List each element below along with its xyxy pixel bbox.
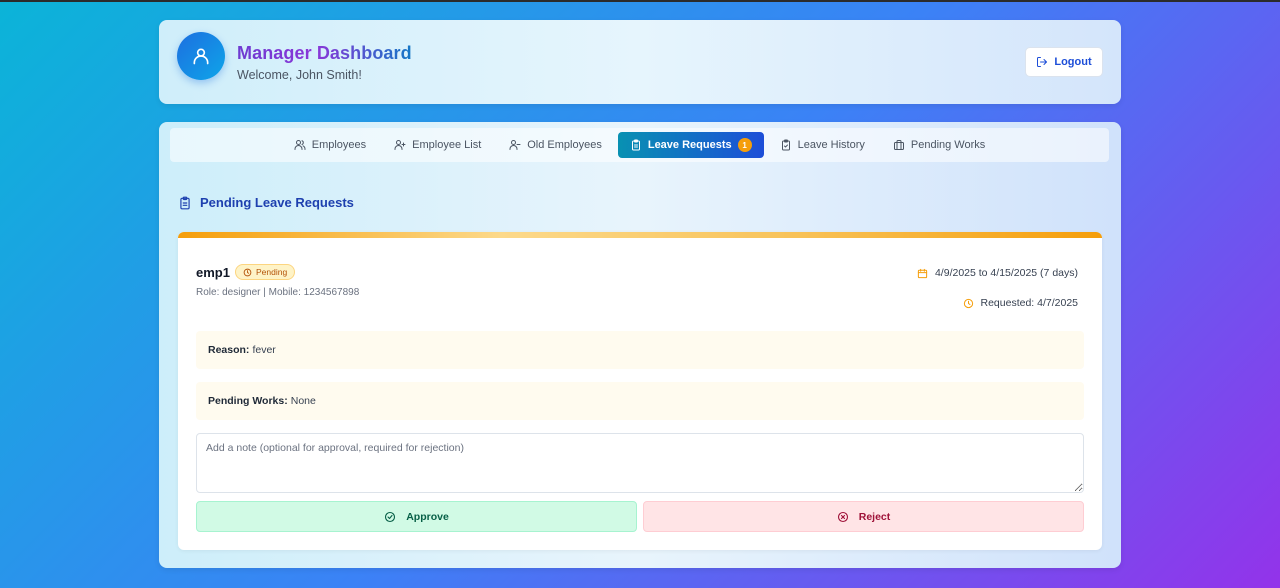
header-card: Manager Dashboard Welcome, John Smith! L… bbox=[159, 20, 1121, 104]
pending-works-label: Pending Works: bbox=[208, 395, 288, 407]
leave-date-range: 4/9/2025 to 4/15/2025 (7 days) bbox=[917, 267, 1078, 279]
pending-works-value: None bbox=[290, 395, 316, 407]
clipboard-icon bbox=[630, 139, 642, 151]
tab-bar: Employees Employee List Old Employees Le… bbox=[170, 128, 1109, 162]
user-minus-icon bbox=[509, 139, 521, 151]
tab-label: Leave History bbox=[797, 139, 865, 151]
tab-label: Leave Requests bbox=[647, 139, 732, 151]
leave-request-card: emp1 Pending Role: designer | Mobile: 12… bbox=[178, 232, 1102, 550]
clock-icon bbox=[243, 268, 252, 277]
reject-label: Reject bbox=[858, 510, 891, 523]
logout-label: Logout bbox=[1054, 56, 1092, 68]
reason-label: Reason: bbox=[208, 344, 250, 356]
requested-text: Requested: 4/7/2025 bbox=[980, 297, 1079, 309]
tab-old-employees[interactable]: Old Employees bbox=[497, 132, 614, 158]
clock-icon bbox=[963, 298, 974, 309]
pending-works-box: Pending Works: None bbox=[196, 382, 1084, 420]
approve-button[interactable]: Approve bbox=[196, 501, 637, 532]
user-icon bbox=[177, 32, 225, 80]
date-range-text: 4/9/2025 to 4/15/2025 (7 days) bbox=[934, 267, 1078, 279]
briefcase-icon bbox=[893, 139, 905, 151]
card-accent-bar bbox=[178, 232, 1102, 238]
tab-employees[interactable]: Employees bbox=[282, 132, 378, 158]
tab-label: Pending Works bbox=[910, 139, 986, 151]
tab-leave-history[interactable]: Leave History bbox=[768, 132, 877, 158]
employee-name: emp1 bbox=[196, 265, 230, 280]
requested-date: Requested: 4/7/2025 bbox=[963, 297, 1079, 309]
reject-button[interactable]: Reject bbox=[643, 501, 1084, 532]
users-icon bbox=[294, 139, 306, 151]
tab-leave-requests[interactable]: Leave Requests 1 bbox=[617, 132, 764, 158]
tab-employee-list[interactable]: Employee List bbox=[382, 132, 493, 158]
tab-label: Employees bbox=[311, 139, 367, 151]
approve-label: Approve bbox=[406, 510, 449, 523]
x-circle-icon bbox=[837, 511, 849, 523]
tab-label: Old Employees bbox=[527, 139, 602, 151]
reason-box: Reason: fever bbox=[196, 331, 1084, 369]
welcome-text: Welcome, John Smith! bbox=[237, 68, 362, 82]
status-text: Pending bbox=[256, 267, 288, 277]
section-title-text: Pending Leave Requests bbox=[200, 195, 354, 210]
employee-meta: Role: designer | Mobile: 1234567898 bbox=[196, 287, 360, 298]
main-card: Employees Employee List Old Employees Le… bbox=[159, 122, 1121, 568]
logout-icon bbox=[1036, 56, 1048, 68]
section-title: Pending Leave Requests bbox=[178, 195, 354, 210]
status-badge: Pending bbox=[235, 264, 296, 280]
tab-count-badge: 1 bbox=[737, 138, 752, 152]
tab-pending-works[interactable]: Pending Works bbox=[881, 132, 997, 158]
logout-button[interactable]: Logout bbox=[1025, 47, 1103, 77]
clipboard-check-icon bbox=[780, 139, 792, 151]
page-title: Manager Dashboard bbox=[237, 43, 412, 63]
check-circle-icon bbox=[384, 511, 396, 523]
reason-value: fever bbox=[252, 344, 276, 356]
note-textarea[interactable] bbox=[196, 433, 1084, 493]
clipboard-icon bbox=[178, 196, 192, 210]
calendar-icon bbox=[917, 268, 928, 279]
user-plus-icon bbox=[394, 139, 406, 151]
tab-label: Employee List bbox=[412, 139, 482, 151]
